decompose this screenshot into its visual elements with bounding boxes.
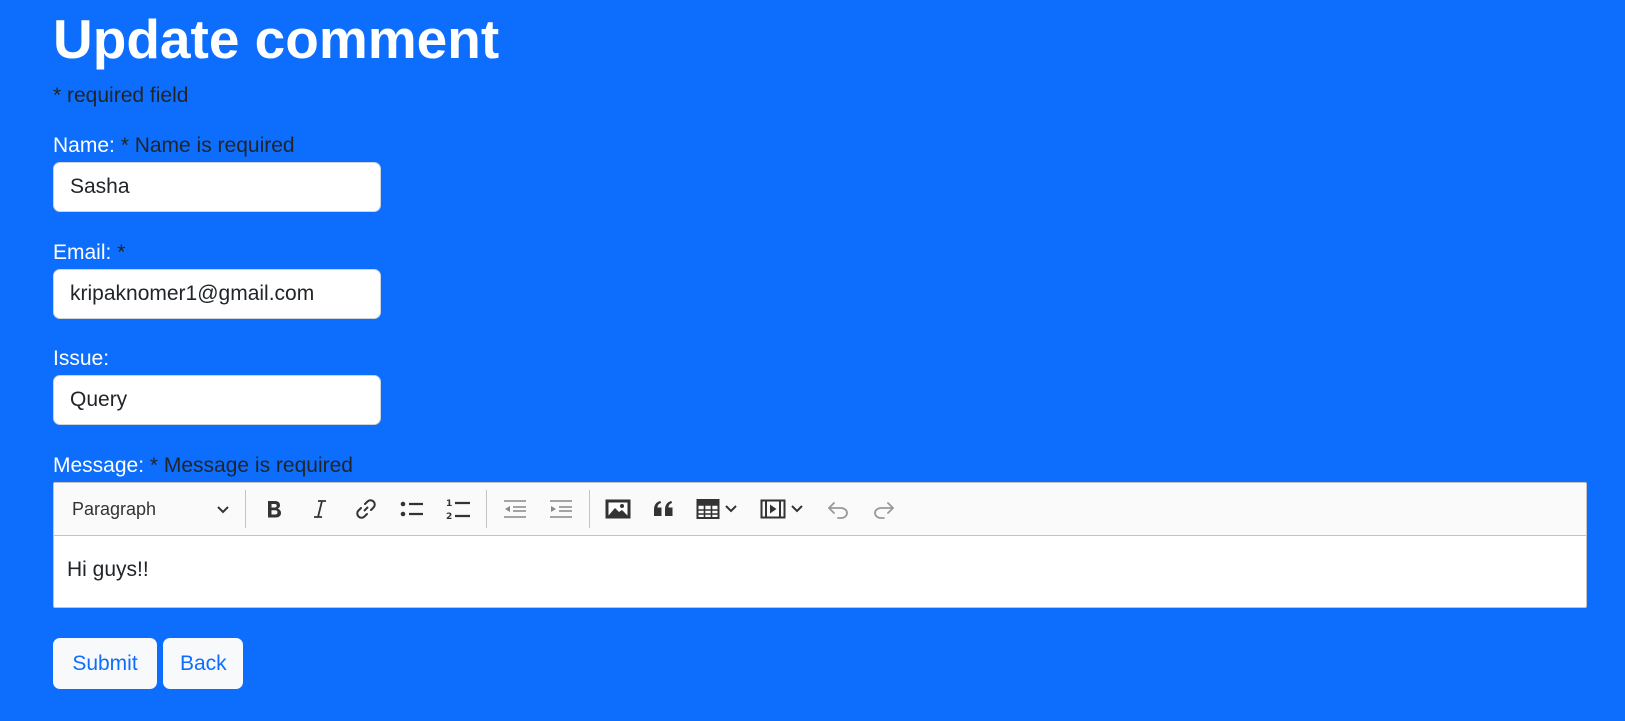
submit-button[interactable]: Submit <box>53 638 157 689</box>
indent-icon <box>548 498 574 520</box>
numbered-list-icon: 12 <box>445 497 471 521</box>
redo-icon <box>872 499 896 519</box>
svg-text:2: 2 <box>446 512 452 521</box>
insert-media-button[interactable] <box>754 489 812 529</box>
name-label-row: Name: * Name is required <box>53 133 381 159</box>
back-button[interactable]: Back <box>163 638 243 689</box>
insert-image-button[interactable] <box>598 489 638 529</box>
toolbar-separator <box>245 490 246 528</box>
chevron-down-icon <box>724 504 738 514</box>
name-field-group: Name: * Name is required <box>53 133 381 212</box>
chevron-down-icon <box>790 504 804 514</box>
email-label-row: Email: * <box>53 240 381 266</box>
numbered-list-button[interactable]: 12 <box>438 489 478 529</box>
italic-icon <box>309 498 331 520</box>
editor-toolbar: Paragraph 1 2 <box>54 483 1586 536</box>
svg-text:1: 1 <box>446 499 452 509</box>
issue-label: Issue: <box>53 347 110 370</box>
name-required-error: * Name is required <box>114 134 295 157</box>
undo-button[interactable] <box>818 489 858 529</box>
link-button[interactable] <box>346 489 386 529</box>
name-input[interactable] <box>53 162 381 212</box>
insert-table-button[interactable] <box>690 489 748 529</box>
redo-button[interactable] <box>864 489 904 529</box>
blockquote-button[interactable] <box>644 489 684 529</box>
bold-icon <box>263 498 285 520</box>
toolbar-separator <box>589 490 590 528</box>
outdent-button[interactable] <box>495 489 535 529</box>
undo-icon <box>826 499 850 519</box>
email-required-marker: * <box>111 241 126 264</box>
message-field-group: Message: * Message is required Paragraph <box>53 453 1587 608</box>
message-required-error: * Message is required <box>144 454 353 477</box>
bulleted-list-button[interactable] <box>392 489 432 529</box>
chevron-down-icon <box>216 499 230 520</box>
required-field-note: * required field <box>53 84 189 107</box>
email-input[interactable] <box>53 269 381 319</box>
italic-button[interactable] <box>300 489 340 529</box>
issue-input[interactable] <box>53 375 381 425</box>
indent-button[interactable] <box>541 489 581 529</box>
image-icon <box>605 498 631 520</box>
email-field-group: Email: * <box>53 240 381 319</box>
media-icon <box>760 498 786 520</box>
bold-button[interactable] <box>254 489 294 529</box>
email-label: Email: <box>53 241 112 264</box>
link-icon <box>354 497 378 521</box>
outdent-icon <box>502 498 528 520</box>
message-label: Message: <box>53 454 145 477</box>
heading-dropdown[interactable]: Paragraph <box>62 489 240 529</box>
page-title: Update comment <box>53 8 500 70</box>
blockquote-icon <box>652 499 676 519</box>
message-label-row: Message: * Message is required <box>53 453 1587 479</box>
message-editor-content[interactable]: Hi guys!! <box>54 536 1586 607</box>
bulleted-list-icon <box>399 498 425 520</box>
issue-label-row: Issue: <box>53 346 381 372</box>
name-label: Name: <box>53 134 115 157</box>
heading-dropdown-label: Paragraph <box>72 498 157 519</box>
toolbar-separator <box>486 490 487 528</box>
table-icon <box>696 498 720 520</box>
issue-field-group: Issue: <box>53 346 381 425</box>
rich-text-editor: Paragraph 1 2 Hi guys!! <box>53 482 1587 608</box>
